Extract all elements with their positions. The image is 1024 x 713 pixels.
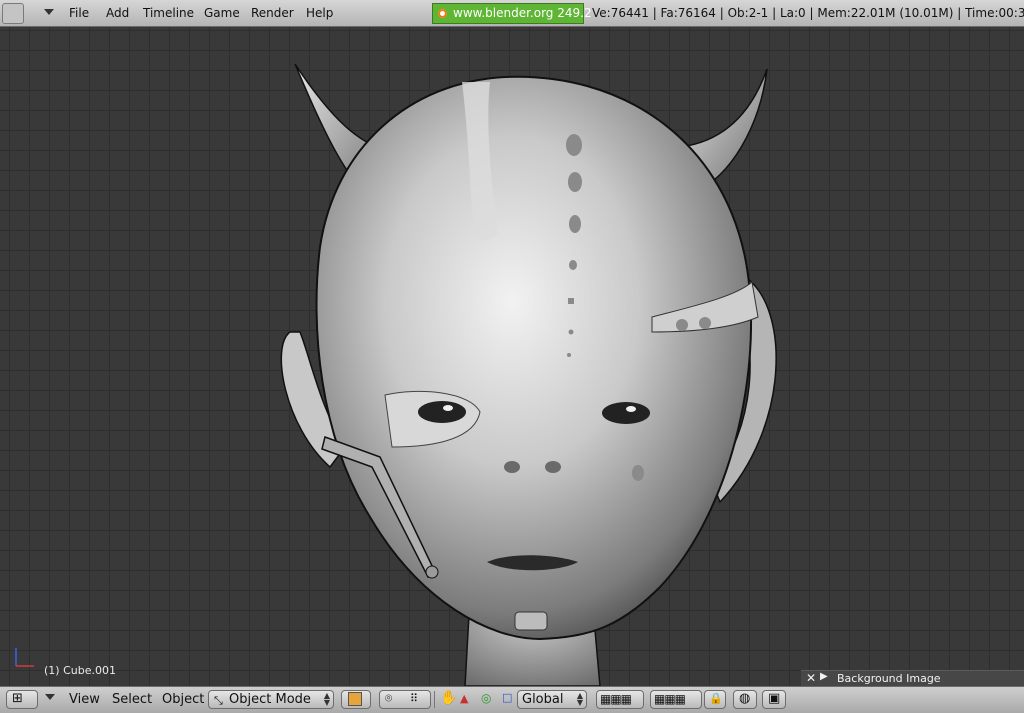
head-model[interactable] — [0, 27, 1024, 686]
image-button[interactable]: ▣ — [762, 690, 786, 709]
orientation-select[interactable]: Global ▲ ▼ — [517, 690, 587, 709]
scene-stats: Ve:76441 | Fa:76164 | Ob:2-1 | La:0 | Me… — [592, 6, 1024, 20]
background-image-panel[interactable]: ✕ ▶ Background Image — [801, 670, 1024, 686]
pivot-button[interactable]: ⌾ ⠿ — [379, 690, 431, 709]
object-mode-icon: ⤡ — [214, 694, 223, 707]
menu-game[interactable]: Game — [204, 6, 240, 20]
collapse-menu-icon[interactable] — [44, 9, 54, 15]
mode-select[interactable]: ⤡ Object Mode ▲ ▼ — [208, 690, 334, 709]
mode-label: Object Mode — [229, 692, 311, 707]
axis-gizmo-icon — [15, 648, 34, 667]
pivot-icon: ⌾ — [385, 691, 393, 705]
website-link[interactable]: www.blender.org 249.2 — [453, 6, 592, 20]
menu-select[interactable]: Select — [112, 693, 152, 707]
grid-icon: ⊞ — [12, 691, 23, 706]
translate-manipulator-icon[interactable]: ▲ — [460, 692, 468, 705]
scale-manipulator-icon[interactable]: □ — [502, 691, 512, 704]
render-preview-button[interactable]: ◍ — [733, 690, 757, 709]
lock-icon: 🔒 — [709, 692, 723, 705]
layers-grid-icon: ▦▦▦ — [600, 692, 632, 706]
menu-timeline[interactable]: Timeline — [143, 6, 194, 20]
close-icon[interactable]: ✕ — [806, 671, 816, 685]
layers-grid-icon: ▦▦▦ — [654, 692, 686, 706]
layers-button[interactable]: ▦▦▦ — [596, 690, 644, 709]
menu-help[interactable]: Help — [306, 6, 333, 20]
select-arrows-icon: ▲ ▼ — [576, 691, 583, 707]
blender-logo-icon — [438, 9, 447, 18]
draw-type-button[interactable] — [341, 690, 371, 709]
menu-render[interactable]: Render — [251, 6, 294, 20]
editor-type-button[interactable]: ⊞ — [6, 690, 38, 709]
draw-type-icon — [348, 692, 362, 706]
expand-arrow-icon[interactable]: ▶ — [820, 671, 828, 682]
menu-view[interactable]: View — [69, 693, 100, 707]
menu-add[interactable]: Add — [106, 6, 129, 20]
layers-button-2[interactable]: ▦▦▦ — [650, 690, 702, 709]
pivot-dots-icon: ⠿ — [410, 692, 419, 705]
editor-type-icon[interactable] — [2, 3, 24, 24]
separator — [434, 691, 435, 708]
collapse-menu-icon[interactable] — [45, 694, 55, 700]
menu-object[interactable]: Object — [162, 693, 204, 707]
hand-icon[interactable]: ✋ — [440, 690, 457, 706]
background-image-label: Background Image — [837, 672, 941, 685]
image-icon: ▣ — [768, 691, 781, 706]
3d-viewport[interactable]: (1) Cube.001 ✕ ▶ Background Image — [0, 27, 1024, 686]
website-badge[interactable]: www.blender.org 249.2 — [432, 3, 592, 24]
info-header: File Add Timeline Game Render Help www.b… — [0, 0, 1024, 27]
menu-file[interactable]: File — [69, 6, 89, 20]
rotate-manipulator-icon[interactable]: ◎ — [481, 691, 491, 705]
orientation-label: Global — [522, 692, 564, 707]
view3d-header: ⊞ View Select Object ⤡ Object Mode ▲ ▼ ⌾ … — [0, 686, 1024, 713]
select-arrows-icon: ▲ ▼ — [323, 691, 330, 707]
lock-button[interactable]: 🔒 — [704, 690, 726, 709]
active-object-label: (1) Cube.001 — [44, 664, 116, 677]
shading-icon: ◍ — [739, 691, 751, 706]
